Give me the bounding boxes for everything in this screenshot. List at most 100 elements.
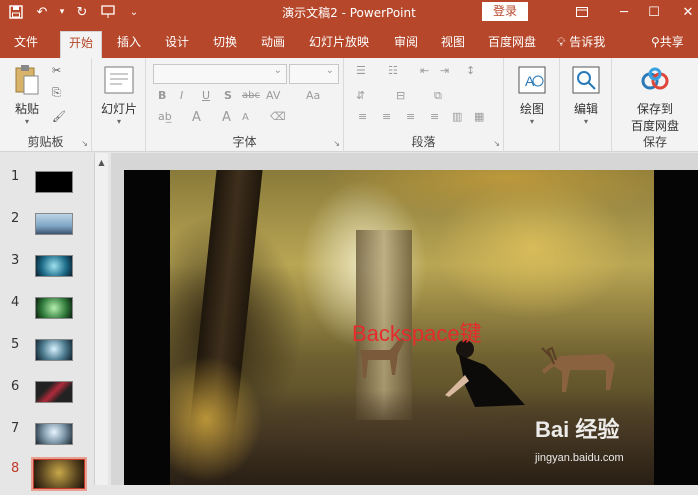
align-text-icon[interactable]: ⊟ (396, 89, 405, 102)
chevron-down-icon: ▾ (24, 117, 29, 126)
slide-overlay-text[interactable]: Backspace键 (352, 316, 482, 348)
slide-thumbnail-selected[interactable]: 8 (0, 457, 92, 495)
font-group: B I U S abc AV Aa ab̲ A A A ⌫ 字体 ↘ (146, 58, 344, 152)
numbering-icon[interactable]: ☷ (388, 64, 398, 77)
baidu-watermark: Bai 经验 jingyan.baidu.com (535, 412, 624, 464)
start-from-beginning-icon[interactable] (98, 2, 118, 22)
tab-animations[interactable]: 动画 (253, 31, 293, 58)
dialog-launcher-icon[interactable]: ↘ (493, 139, 500, 148)
clear-formatting-icon[interactable]: ⌫ (270, 110, 286, 123)
slide-thumbnail-image (35, 339, 73, 361)
shadow-button[interactable]: S (224, 89, 232, 102)
drawing-button[interactable]: A 绘图 ▾ (510, 64, 554, 126)
slide-thumbnail-image (35, 381, 73, 403)
save-icon[interactable] (6, 2, 26, 22)
smartart-icon[interactable]: ⧉ (434, 89, 442, 103)
deer-right (541, 346, 615, 392)
baidu-watermark-logo: Bai 经验 (535, 417, 620, 442)
tab-review[interactable]: 审阅 (386, 31, 426, 58)
format-painter-icon[interactable]: 🖌︎ (52, 110, 66, 123)
cut-icon[interactable]: ✂ (52, 64, 61, 77)
tab-baidu-netdisk[interactable]: 百度网盘 (480, 31, 544, 58)
tab-file[interactable]: 文件 (6, 31, 46, 58)
close-icon[interactable]: ✕ (668, 0, 698, 24)
save-group: 保存到 百度网盘 保存 (612, 58, 698, 152)
drawing-group: A 绘图 ▾ (504, 58, 560, 152)
strikethrough-button[interactable]: abc (242, 90, 260, 101)
slide-number: 1 (11, 169, 20, 184)
undo-icon[interactable]: ↶ (32, 2, 52, 22)
decrease-indent-icon[interactable]: ⇤ (420, 64, 429, 77)
copy-icon[interactable]: ⎘ (52, 86, 61, 100)
font-family-dropdown[interactable] (153, 64, 287, 84)
paragraph-more-icon[interactable]: ▦ (474, 110, 484, 123)
slide-thumbnail[interactable]: 7 (0, 419, 92, 455)
quick-access-toolbar: ↶ ▾ ↻ ⌄ (6, 2, 144, 22)
save-to-label: 保存到 (636, 102, 673, 116)
editing-button[interactable]: 编辑 ▾ (564, 64, 608, 126)
thumbnails-scrollbar[interactable]: ▲ (94, 153, 108, 485)
slide-thumbnail[interactable]: 6 (0, 377, 92, 413)
align-left-icon[interactable]: ≡ (358, 110, 367, 123)
slide-thumbnail[interactable]: 5 (0, 335, 92, 371)
highlight-icon[interactable]: ab̲ (158, 110, 172, 123)
slide-thumbnail-image (35, 171, 73, 193)
increase-font-button[interactable]: A (222, 110, 231, 125)
bold-button[interactable]: B (158, 89, 166, 102)
share-button[interactable]: ⚲共享 (647, 31, 688, 58)
paste-icon (11, 64, 43, 96)
customize-qat-icon[interactable]: ⌄ (124, 2, 144, 22)
slide-thumbnail[interactable]: 2 (0, 209, 92, 245)
decrease-font-button[interactable]: A (242, 112, 249, 123)
login-button[interactable]: 登录 (482, 2, 528, 21)
justify-icon[interactable]: ≡ (430, 110, 439, 123)
ribbon-display-icon[interactable] (562, 0, 602, 24)
change-case-icon[interactable]: Aa (306, 89, 320, 102)
font-group-label: 字体 (232, 135, 257, 149)
baidu-netdisk-icon (639, 64, 671, 96)
align-center-icon[interactable]: ≡ (382, 110, 391, 123)
tab-transitions[interactable]: 切换 (205, 31, 245, 58)
slide-thumbnail[interactable]: 1 (0, 167, 92, 203)
slide-thumbnail[interactable]: 4 (0, 293, 92, 329)
line-spacing-icon[interactable]: ↕ (466, 64, 475, 77)
dialog-launcher-icon[interactable]: ↘ (333, 139, 340, 148)
dialog-launcher-icon[interactable]: ↘ (81, 139, 88, 148)
tell-me-label: 告诉我 (569, 35, 606, 49)
editing-group: 编辑 ▾ (560, 58, 612, 152)
new-slide-button[interactable]: 幻灯片 ▾ (98, 64, 140, 126)
italic-button[interactable]: I (180, 89, 183, 102)
text-direction-icon[interactable]: ⇵ (356, 89, 365, 102)
increase-indent-icon[interactable]: ⇥ (440, 64, 449, 77)
tab-home[interactable]: 开始 (60, 31, 103, 58)
tab-view[interactable]: 视图 (433, 31, 473, 58)
font-color-button[interactable]: A (192, 110, 201, 125)
font-size-dropdown[interactable] (289, 64, 339, 84)
paste-label: 粘贴 (14, 102, 39, 116)
columns-icon[interactable]: ▥ (452, 110, 462, 123)
slide-thumbnail[interactable]: 3 (0, 251, 92, 287)
slide-number: 7 (11, 421, 20, 436)
slide-thumbnail-image (35, 213, 73, 235)
bullets-icon[interactable]: ☰ (356, 64, 366, 77)
chevron-down-icon[interactable]: ▾ (58, 2, 66, 22)
tab-design[interactable]: 设计 (157, 31, 197, 58)
tab-slideshow[interactable]: 幻灯片放映 (301, 31, 377, 58)
new-slide-label: 幻灯片 (100, 102, 137, 116)
save-to-baidu-button[interactable]: 保存到 百度网盘 (616, 64, 694, 134)
person-icon: ⚲ (651, 35, 660, 49)
paragraph-group: ☰ ☷ ⇤ ⇥ ↕ ⇵ ⊟ ⧉ ≡ ≡ ≡ ≡ ▥ ▦ 段落 ↘ (344, 58, 504, 152)
paste-button[interactable]: 粘贴 ▾ (8, 64, 46, 126)
redo-icon[interactable]: ↻ (72, 2, 92, 22)
chevron-down-icon: ▾ (583, 117, 588, 126)
underline-button[interactable]: U (202, 89, 210, 102)
tab-insert[interactable]: 插入 (109, 31, 149, 58)
ribbon: 粘贴 ▾ ✂ ⎘ 🖌︎ 剪贴板 ↘ 幻灯片 ▾ B I U S abc AV A… (0, 58, 698, 152)
drawing-label: 绘图 (519, 102, 544, 116)
baidu-watermark-url: jingyan.baidu.com (535, 452, 624, 464)
character-spacing-button[interactable]: AV (266, 89, 280, 102)
tab-tell-me[interactable]: 💡︎ 告诉我 (551, 31, 613, 58)
scroll-up-icon[interactable]: ▲ (96, 157, 107, 168)
align-right-icon[interactable]: ≡ (406, 110, 415, 123)
slides-group: 幻灯片 ▾ (92, 58, 146, 152)
